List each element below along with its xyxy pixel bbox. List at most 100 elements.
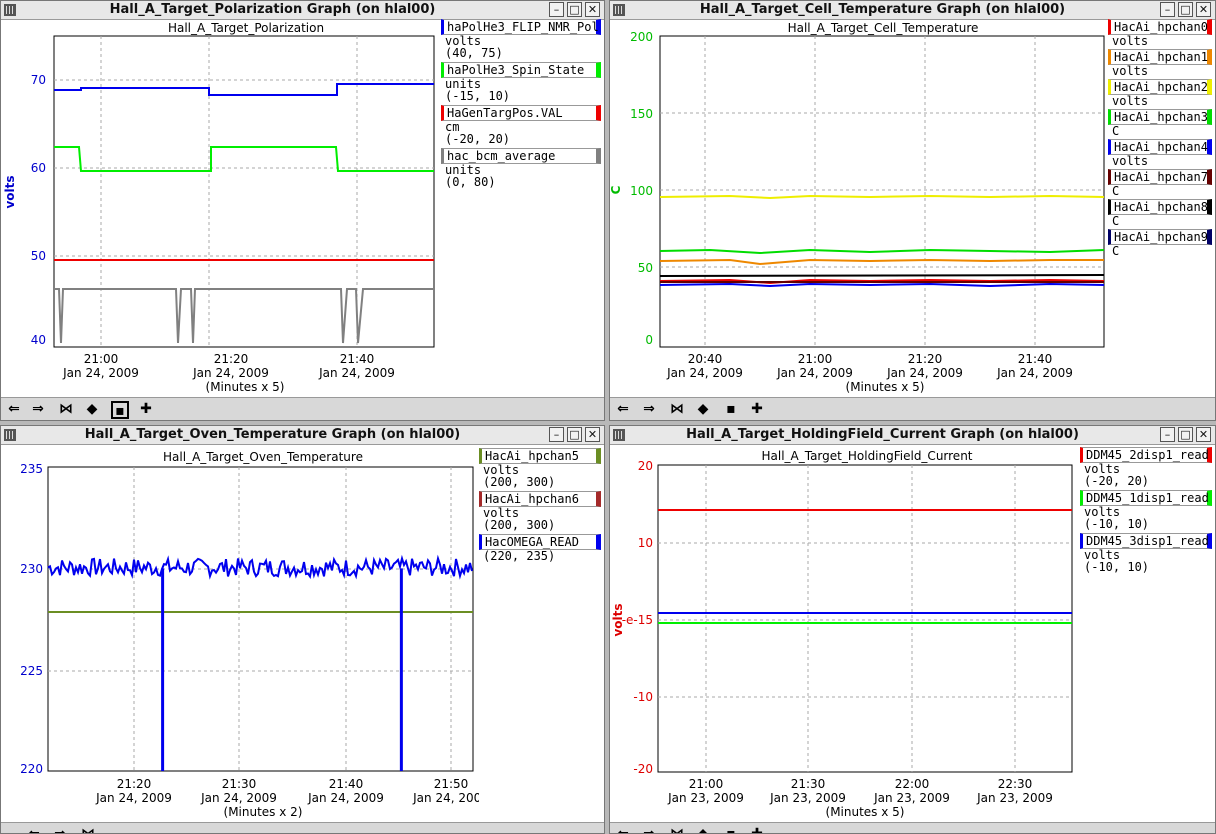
legend-item[interactable]: HaGenTargPos.VAL cm (-20, 20)	[441, 105, 601, 145]
x-tick-date: Jan 24, 2009	[996, 366, 1073, 380]
x-tick-labels: 21:20 Jan 24, 2009 21:30 Jan 24, 2009 21…	[95, 777, 479, 805]
legend-item[interactable]: HacAi_hpchan0 volts	[1108, 19, 1212, 47]
add-icon[interactable]: ✚	[137, 401, 155, 419]
titlebar[interactable]: Hall_A_Target_Polarization Graph (on hla…	[1, 1, 604, 20]
legend-swatch-label[interactable]: HacAi_hpchan3	[1108, 109, 1212, 125]
legend-swatch-label[interactable]: hac_bcm_average	[441, 148, 601, 164]
legend-item[interactable]: HacAi_hpchan9 C	[1108, 229, 1212, 257]
plot-area	[659, 35, 1105, 348]
close-button[interactable]: ✕	[1196, 427, 1211, 442]
legend-item[interactable]: HacAi_hpchan5 volts (200, 300)	[479, 448, 601, 488]
polarization-plot[interactable]: Hall_A_Target_Polarization 70 60 50 40 v…	[1, 20, 441, 396]
plot-title: Hall_A_Target_Cell_Temperature	[788, 21, 979, 35]
maximize-button[interactable]: □	[567, 2, 582, 17]
x-axis-label: (Minutes x 5)	[826, 805, 905, 819]
legend-item[interactable]: DDM45_2disp1_read volts (-20, 20)	[1080, 447, 1212, 487]
legend-swatch-label[interactable]: HacAi_hpchan1	[1108, 49, 1212, 65]
window-title: Hall_A_Target_Cell_Temperature Graph (on…	[699, 2, 1066, 17]
legend-item[interactable]: haPolHe3_Spin_State units (-15, 10)	[441, 62, 601, 102]
arrow-right-icon[interactable]: ⇒	[51, 826, 69, 833]
legend-swatch-label[interactable]: HacAi_hpchan4	[1108, 139, 1212, 155]
legend-swatch-label[interactable]: haPolHe3_FLIP_NMR_Pol	[441, 19, 601, 35]
close-button[interactable]: ✕	[585, 427, 600, 442]
add-icon[interactable]: ✚	[748, 401, 766, 419]
legend-swatch-label[interactable]: HaGenTargPos.VAL	[441, 105, 601, 121]
x-tick-time: 21:30	[791, 777, 826, 791]
add-icon[interactable]: ✚	[748, 826, 766, 833]
legend-swatch-label[interactable]: HacAi_hpchan7	[1108, 169, 1212, 185]
legend-range: (-10, 10)	[1084, 560, 1150, 574]
legend-item[interactable]: DDM45_1disp1_read volts (-10, 10)	[1080, 490, 1212, 530]
x-tick-time: 21:40	[329, 777, 364, 791]
legend-swatch-label[interactable]: HacAi_hpchan5	[479, 448, 601, 464]
legend-range: (0, 80)	[445, 175, 496, 189]
maximize-button[interactable]: □	[1178, 427, 1193, 442]
legend-swatch-label[interactable]: HacOMEGA_READ	[479, 534, 601, 550]
legend-item[interactable]: HacAi_hpchan4 volts	[1108, 139, 1212, 167]
legend-item[interactable]: hac_bcm_average units (0, 80)	[441, 148, 601, 188]
close-button[interactable]: ✕	[585, 2, 600, 17]
legend-swatch-label[interactable]: DDM45_2disp1_read	[1080, 447, 1212, 463]
legend-item[interactable]: HacAi_hpchan3 C	[1108, 109, 1212, 137]
titlebar[interactable]: Hall_A_Target_Cell_Temperature Graph (on…	[610, 1, 1215, 20]
x-axis-label: (Minutes x 5)	[206, 380, 285, 394]
legend-item[interactable]: DDM45_3disp1_read volts (-10, 10)	[1080, 533, 1212, 573]
zoom-out-icon[interactable]: ◆	[694, 401, 712, 419]
legend: HacAi_hpchan5 volts (200, 300) HacAi_hpc…	[479, 448, 601, 565]
arrow-left-icon[interactable]: ⇐	[614, 401, 632, 419]
x-tick-time: 21:00	[689, 777, 724, 791]
legend-swatch-label[interactable]: DDM45_1disp1_read	[1080, 490, 1212, 506]
y-tick-label: 60	[31, 161, 46, 175]
zoom-in-icon[interactable]: ⋈	[668, 826, 686, 833]
close-button[interactable]: ✕	[1196, 2, 1211, 17]
arrow-right-icon[interactable]: ⇒	[640, 401, 658, 419]
oven-temperature-plot[interactable]: Hall_A_Target_Oven_Temperature 235 230 2…	[1, 445, 479, 821]
zoom-out-icon[interactable]: ◆	[83, 401, 101, 419]
legend-item[interactable]: HacAi_hpchan6 volts (200, 300)	[479, 491, 601, 531]
x-tick-time: 22:30	[998, 777, 1033, 791]
legend-swatch-label[interactable]: HacAi_hpchan6	[479, 491, 601, 507]
minimize-button[interactable]: –	[1160, 427, 1175, 442]
fit-icon[interactable]: ▪	[722, 826, 740, 833]
minimize-button[interactable]: –	[1160, 2, 1175, 17]
minimize-button[interactable]: –	[549, 427, 564, 442]
x-tick-date: Jan 23, 2009	[976, 791, 1053, 805]
fit-icon[interactable]: ▪	[111, 401, 129, 419]
arrow-left-icon[interactable]: ⇐	[5, 401, 23, 419]
arrow-right-icon[interactable]: ⇒	[640, 826, 658, 833]
legend-range: (-20, 20)	[1084, 474, 1150, 488]
zoom-out-icon[interactable]: ◆	[694, 826, 712, 833]
cell-temperature-plot[interactable]: Hall_A_Target_Cell_Temperature 200 150 1…	[610, 20, 1110, 396]
legend-range: (200, 300)	[483, 518, 556, 532]
holdingfield-current-plot[interactable]: Hall_A_Target_HoldingField_Current 20 10…	[610, 445, 1080, 821]
legend-item[interactable]: HacAi_hpchan1 volts	[1108, 49, 1212, 77]
maximize-button[interactable]: □	[1178, 2, 1193, 17]
legend-item[interactable]: haPolHe3_FLIP_NMR_Pol volts (40, 75)	[441, 19, 601, 59]
minimize-button[interactable]: –	[549, 2, 564, 17]
legend-swatch-label[interactable]: HacAi_hpchan8	[1108, 199, 1212, 215]
fit-icon[interactable]: ▪	[722, 401, 740, 419]
maximize-button[interactable]: □	[567, 427, 582, 442]
legend-item[interactable]: HacAi_hpchan7 C	[1108, 169, 1212, 197]
legend-item[interactable]: HacAi_hpchan2 volts	[1108, 79, 1212, 107]
legend-unit: volts	[1112, 94, 1149, 108]
zoom-in-icon[interactable]: ⋈	[668, 401, 686, 419]
legend-swatch-label[interactable]: HacAi_hpchan0	[1108, 19, 1212, 35]
legend-item[interactable]: HacAi_hpchan8 C	[1108, 199, 1212, 227]
legend-swatch-label[interactable]: haPolHe3_Spin_State	[441, 62, 601, 78]
arrow-left-icon[interactable]: ⇐	[614, 826, 632, 833]
arrow-right-icon[interactable]: ⇒	[29, 401, 47, 419]
zoom-in-icon[interactable]: ⋈	[57, 401, 75, 419]
zoom-in-icon[interactable]: ⋈	[79, 826, 97, 833]
legend-swatch-label[interactable]: HacAi_hpchan9	[1108, 229, 1212, 245]
legend-swatch-label[interactable]: HacAi_hpchan2	[1108, 79, 1212, 95]
arrow-left-icon[interactable]: ⇐	[25, 826, 43, 833]
legend-range: (220, 235)	[483, 549, 556, 563]
legend-item[interactable]: HacOMEGA_READ (220, 235)	[479, 534, 601, 562]
y-axis-label: C	[610, 185, 623, 194]
legend-swatch-label[interactable]: DDM45_3disp1_read	[1080, 533, 1212, 549]
polarization-graph-window: Hall_A_Target_Polarization Graph (on hla…	[0, 0, 605, 421]
y-tick-labels: 70 60 50 40	[31, 73, 46, 347]
titlebar[interactable]: Hall_A_Target_Oven_Temperature Graph (on…	[1, 426, 604, 445]
titlebar[interactable]: Hall_A_Target_HoldingField_Current Graph…	[610, 426, 1215, 445]
